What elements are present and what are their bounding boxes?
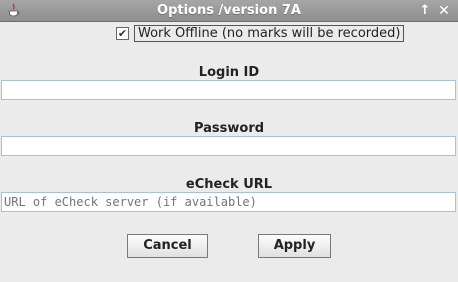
password-input[interactable] — [1, 136, 456, 156]
login-id-label: Login ID — [198, 65, 260, 80]
maximize-icon[interactable]: ↑ — [417, 3, 433, 19]
work-offline-label[interactable]: Work Offline (no marks will be recorded) — [134, 25, 405, 42]
password-label: Password — [193, 121, 265, 136]
title-bar[interactable]: Options /version 7A ↑ ✕ — [0, 0, 458, 22]
cancel-button[interactable]: Cancel — [127, 234, 208, 258]
login-id-input[interactable] — [1, 80, 456, 100]
echeck-url-label: eCheck URL — [185, 177, 273, 192]
work-offline-checkbox[interactable]: ✔ — [116, 27, 129, 40]
apply-button[interactable]: Apply — [258, 234, 331, 258]
close-icon[interactable]: ✕ — [436, 3, 452, 19]
window-title: Options /version 7A — [157, 3, 301, 18]
echeck-url-input[interactable] — [1, 192, 456, 212]
